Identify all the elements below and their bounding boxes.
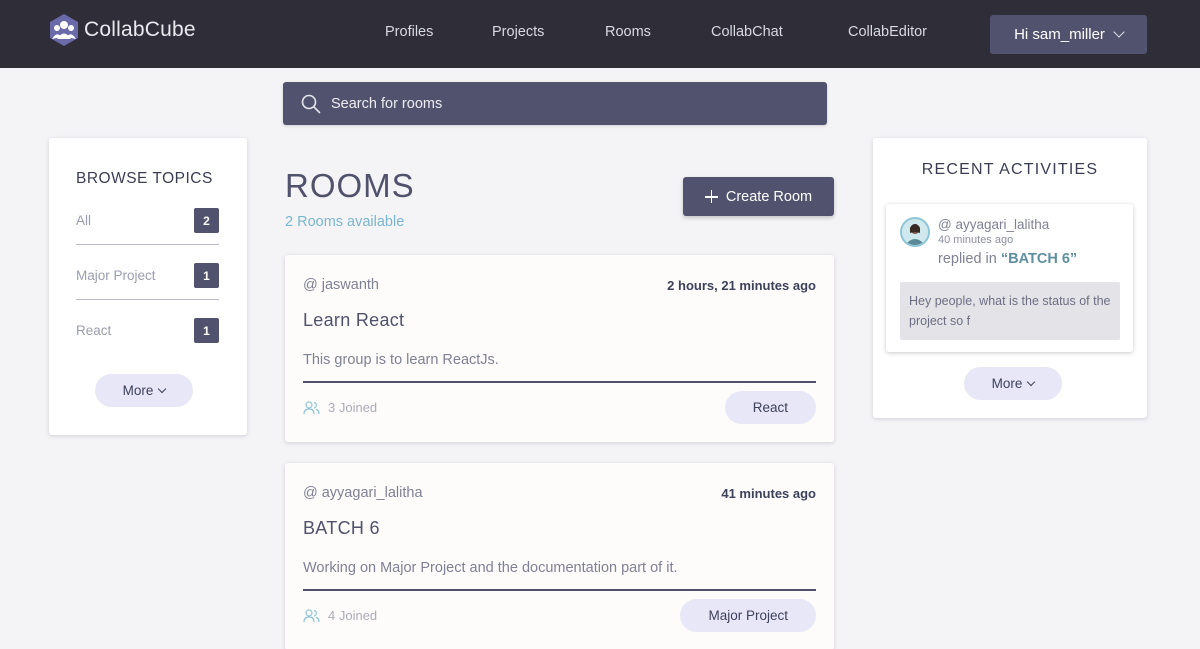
more-label: More <box>122 383 154 398</box>
topic-name: Major Project <box>76 268 156 283</box>
chevron-down-icon <box>1113 25 1125 38</box>
joined-count: 3 Joined <box>328 400 378 415</box>
joined-count: 4 Joined <box>328 608 378 623</box>
topic-name: All <box>76 213 92 228</box>
more-label: More <box>991 376 1023 391</box>
search-input[interactable] <box>331 95 791 112</box>
chevron-down-icon <box>158 384 167 393</box>
activities-more-button[interactable]: More <box>964 367 1062 400</box>
room-card[interactable]: @ ayyagari_lalitha 41 minutes ago BATCH … <box>285 463 834 649</box>
room-description: This group is to learn ReactJs. <box>303 352 499 368</box>
activity-action: replied in “BATCH 6” <box>938 251 1077 267</box>
room-name[interactable]: Learn React <box>303 310 404 331</box>
topic-count-badge: 1 <box>194 318 219 343</box>
activity-user[interactable]: @ ayyagari_lalitha <box>938 217 1049 232</box>
user-avatar-icon <box>905 224 925 245</box>
users-icon <box>303 400 320 414</box>
topic-item-major-project[interactable]: Major Project 1 <box>76 263 219 300</box>
brand-name: CollabCube <box>84 18 196 41</box>
user-menu-button[interactable]: Hi sam_miller <box>990 15 1147 54</box>
room-host[interactable]: @ jaswanth <box>303 277 379 293</box>
topic-count-badge: 2 <box>194 208 219 233</box>
activity-room-link[interactable]: “BATCH 6” <box>1001 251 1077 267</box>
room-card[interactable]: @ jaswanth 2 hours, 21 minutes ago Learn… <box>285 255 834 442</box>
browse-topics-panel: BROWSE TOPICS All 2 Major Project 1 Reac… <box>49 138 247 435</box>
recent-activities-panel: RECENT ACTIVITIES @ ayyagari_lalitha 40 … <box>873 138 1147 418</box>
room-time: 41 minutes ago <box>721 486 816 501</box>
search-icon <box>301 94 321 113</box>
room-host[interactable]: @ ayyagari_lalitha <box>303 485 423 501</box>
topic-count-badge: 1 <box>194 263 219 288</box>
nav-link-collabeditor[interactable]: CollabEditor <box>848 24 927 40</box>
create-room-label: Create Room <box>725 188 813 205</box>
recent-activities-title: RECENT ACTIVITIES <box>921 161 1099 178</box>
nav-link-collabchat[interactable]: CollabChat <box>711 24 783 40</box>
activity-time: 40 minutes ago <box>938 234 1014 246</box>
rooms-available-count: 2 Rooms available <box>285 214 405 230</box>
brand-logo[interactable]: CollabCube <box>48 13 196 47</box>
create-room-button[interactable]: Create Room <box>683 177 834 216</box>
topics-more-button[interactable]: More <box>95 374 193 407</box>
collabcube-logo-icon <box>50 14 78 46</box>
nav-link-profiles[interactable]: Profiles <box>385 24 433 40</box>
users-icon <box>303 608 320 622</box>
room-joined: 3 Joined <box>303 400 377 415</box>
room-description: Working on Major Project and the documen… <box>303 560 678 576</box>
activity-card: @ ayyagari_lalitha 40 minutes ago replie… <box>886 204 1133 352</box>
avatar[interactable] <box>900 217 930 247</box>
room-topic-tag[interactable]: Major Project <box>680 599 816 632</box>
user-greeting: Hi sam_miller <box>1014 26 1105 43</box>
room-divider <box>303 589 816 591</box>
topic-item-all[interactable]: All 2 <box>76 208 219 245</box>
room-name[interactable]: BATCH 6 <box>303 518 380 539</box>
room-divider <box>303 381 816 383</box>
topic-name: React <box>76 323 112 338</box>
nav-link-projects[interactable]: Projects <box>492 24 544 40</box>
room-joined: 4 Joined <box>303 608 377 623</box>
chevron-down-icon <box>1027 377 1036 386</box>
activity-message: Hey people, what is the status of the pr… <box>900 282 1120 340</box>
plus-icon <box>704 190 718 203</box>
top-navbar: CollabCube Profiles Projects Rooms Colla… <box>0 0 1200 68</box>
room-topic-tag[interactable]: React <box>724 391 816 424</box>
browse-topics-title: BROWSE TOPICS <box>76 170 213 187</box>
topic-item-react[interactable]: React 1 <box>76 318 219 355</box>
room-time: 2 hours, 21 minutes ago <box>667 278 816 293</box>
rooms-heading: ROOMS <box>285 167 415 204</box>
nav-link-rooms[interactable]: Rooms <box>605 24 651 40</box>
room-search-bar <box>283 82 827 125</box>
activity-action-text: replied in <box>938 251 997 267</box>
